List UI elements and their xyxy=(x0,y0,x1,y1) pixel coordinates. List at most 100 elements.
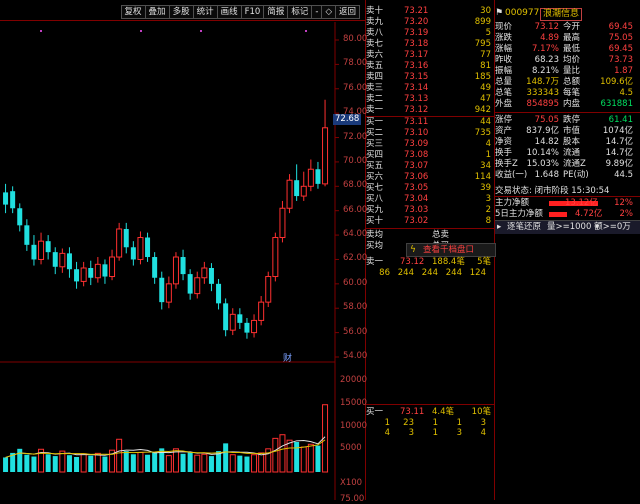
ask-level-row[interactable]: 卖六 73.17 77 xyxy=(366,50,494,61)
toolbar-button[interactable]: 多股 xyxy=(168,5,193,19)
ask-level-row[interactable]: 卖七 73.18 795 xyxy=(366,39,494,50)
volume-bar-down xyxy=(130,454,136,472)
dropdown-icon[interactable]: ▾ xyxy=(595,221,599,233)
view-queue-button[interactable]: ϟ 查看千档盘口 xyxy=(406,243,496,257)
candle-body-down xyxy=(102,264,108,277)
level-volume: 49 xyxy=(480,83,491,93)
marker-dot xyxy=(140,30,142,32)
marker-dot xyxy=(200,30,202,32)
main-flow-pct: 12% xyxy=(614,198,633,208)
level-price: 73.14 xyxy=(404,83,429,93)
finance-badge[interactable]: 财 xyxy=(283,351,292,364)
ask-level-row[interactable]: 卖一 73.12 942 xyxy=(366,105,494,116)
price-axis-label: 76.00 xyxy=(343,82,368,93)
bid-level-row[interactable]: 买十 73.02 8 xyxy=(366,216,494,227)
bid-level-row[interactable]: 买四 73.08 1 xyxy=(366,150,494,161)
candle-body-up xyxy=(137,237,144,260)
flow5-value: 4.72亿 xyxy=(575,209,603,219)
candle-body-down xyxy=(244,322,250,333)
ask-level-row[interactable]: 卖二 73.13 47 xyxy=(366,94,494,105)
queue-order: 86 xyxy=(379,268,390,278)
queue-sell-row: 卖一 73.12 188.4笔 5笔 xyxy=(366,257,494,268)
quote-label: 总额 xyxy=(563,77,581,87)
quote-value: 75.05 xyxy=(534,115,559,125)
volume-bar-up xyxy=(286,439,293,473)
toolbar-button[interactable]: 复权 xyxy=(120,5,145,19)
candle-body-down xyxy=(152,257,158,278)
volume-bar-up xyxy=(201,453,208,473)
bid-level-row[interactable]: 买六 73.06 114 xyxy=(366,172,494,183)
quote-value: 73.12 xyxy=(534,22,559,32)
toolbar-button[interactable]: - xyxy=(311,5,322,19)
quote-row: 换手Z 15.03% 流通Z 9.89亿 xyxy=(495,159,635,170)
ask-level-row[interactable]: 卖五 73.16 81 xyxy=(366,61,494,72)
ask-level-row[interactable]: 卖三 73.14 49 xyxy=(366,83,494,94)
level-label: 卖五 xyxy=(366,61,384,71)
expand-icon[interactable]: ▸ xyxy=(497,221,501,233)
quote-label: 换手Z xyxy=(495,159,518,169)
bid-level-row[interactable]: 买二 73.10 735 xyxy=(366,128,494,139)
queue-buy-orders-2: 4 3 1 3 4 xyxy=(366,428,494,439)
book-bottom-divider xyxy=(366,228,494,229)
quote-value: 9.89亿 xyxy=(605,159,633,169)
volume-bar-up xyxy=(229,454,236,473)
candle-body-up xyxy=(109,256,116,278)
bid-level-row[interactable]: 买八 73.04 3 xyxy=(366,194,494,205)
volume-bar-down xyxy=(152,452,158,472)
tick-filter-dropdown[interactable]: 量>=1000 额>=0万 xyxy=(547,221,631,233)
bid-level-row[interactable]: 买五 73.07 34 xyxy=(366,161,494,172)
queue-buy-count: 10笔 xyxy=(471,407,491,417)
toolbar-button[interactable]: 叠加 xyxy=(144,5,169,19)
level-price: 73.13 xyxy=(404,94,429,104)
volume-bar-down xyxy=(244,456,250,472)
level-volume: 185 xyxy=(474,72,491,82)
toolbar-button[interactable]: ◇ xyxy=(321,5,335,19)
level-label: 买六 xyxy=(366,172,384,182)
tick-restore-tab[interactable]: 逐笔还原 xyxy=(507,221,541,233)
ask-level-row[interactable]: 卖四 73.15 185 xyxy=(366,72,494,83)
level-volume: 2 xyxy=(485,205,491,215)
volume-bar-down xyxy=(187,452,193,472)
toolbar-button[interactable]: 画线 xyxy=(216,5,241,19)
quote-label: 内盘 xyxy=(563,99,581,109)
ask-level-row[interactable]: 卖九 73.20 899 xyxy=(366,17,494,28)
candle-body-down xyxy=(24,225,30,245)
queue-divider xyxy=(366,404,494,405)
queue-order: 124 xyxy=(469,268,486,278)
candle-body-up xyxy=(59,252,66,268)
quote-value: 10.14% xyxy=(526,148,559,158)
ask-level-row[interactable]: 卖十 73.21 30 xyxy=(366,6,494,17)
level-volume: 77 xyxy=(480,50,491,60)
quote-value: 4.5 xyxy=(619,88,633,98)
toolbar-button[interactable]: 简报 xyxy=(263,5,288,19)
level-volume: 795 xyxy=(474,39,491,49)
stock-name[interactable]: 浪潮信息 xyxy=(540,8,583,21)
toolbar-button[interactable]: F10 xyxy=(240,5,264,19)
queue-sell-label: 卖一 xyxy=(366,257,384,267)
bid-level-row[interactable]: 买七 73.05 39 xyxy=(366,183,494,194)
candle-body-down xyxy=(315,169,321,184)
ask-level-row[interactable]: 卖八 73.19 5 xyxy=(366,28,494,39)
kline-chart[interactable] xyxy=(0,22,365,500)
level-volume: 1 xyxy=(485,150,491,160)
tick-bar: ▸ 逐笔还原 量>=1000 额>=0万 ▾ xyxy=(495,220,640,234)
bid-level-row[interactable]: 买九 73.03 2 xyxy=(366,205,494,216)
quote-label: 资产 xyxy=(495,126,513,136)
toolbar-button[interactable]: 统计 xyxy=(192,5,217,19)
bid-level-row[interactable]: 买三 73.09 4 xyxy=(366,139,494,150)
price-axis-label: 66.00 xyxy=(343,204,368,215)
toolbar-button[interactable]: 返回 xyxy=(334,5,360,19)
level-price: 73.08 xyxy=(404,150,429,160)
level-label: 买二 xyxy=(366,128,384,138)
candle-body-up xyxy=(307,168,314,187)
candle-body-down xyxy=(294,180,300,197)
quote-label: PE(动) xyxy=(563,170,589,180)
level-price: 73.03 xyxy=(404,205,429,215)
status-divider xyxy=(495,196,640,197)
quote-row: 总笔 333343 每笔 4.5 xyxy=(495,88,635,99)
bid-level-row[interactable]: 买一 73.11 44 xyxy=(366,117,494,128)
level-label: 买十 xyxy=(366,216,384,226)
level-volume: 34 xyxy=(480,161,491,171)
toolbar-button[interactable]: 标记 xyxy=(287,5,312,19)
quote-value: 4.89 xyxy=(540,33,559,43)
